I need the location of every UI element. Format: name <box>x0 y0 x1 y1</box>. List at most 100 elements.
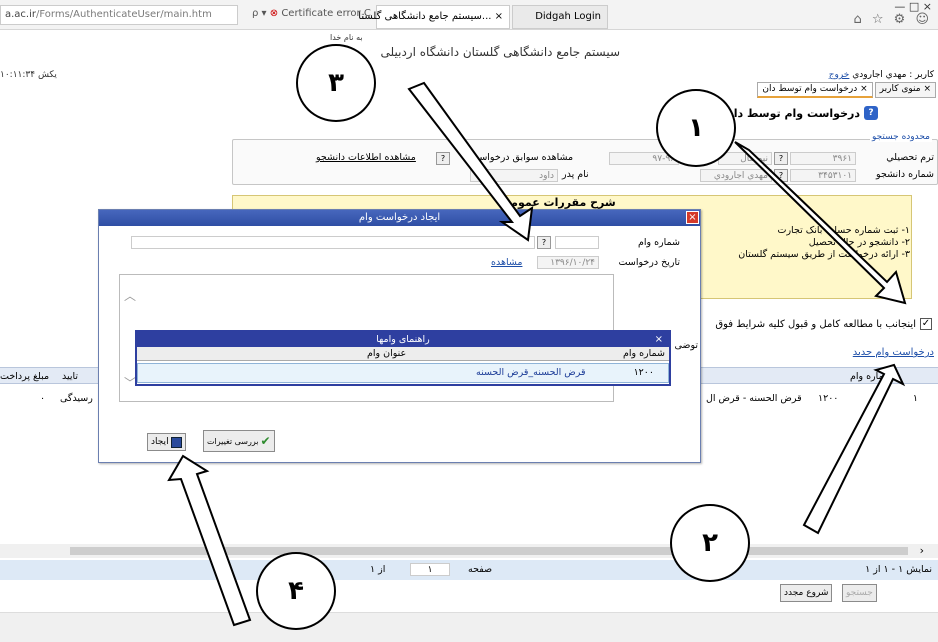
view-link[interactable]: مشاهده <box>491 257 522 268</box>
check-icon: ✔ <box>260 434 271 448</box>
column-amount[interactable]: مبلغ پرداخت <box>0 371 49 382</box>
logout-link[interactable]: خروج <box>829 70 850 80</box>
page-total: از ۱ <box>370 564 386 575</box>
student-no-field[interactable]: ۳۴۵۳۱۰۱ <box>790 169 856 182</box>
address-controls[interactable]: ρ ▾ ⊗ Certificate error C <box>252 8 371 19</box>
loan-no-field[interactable] <box>555 236 599 249</box>
history-label: مشاهده سوابق درخواست <box>470 152 574 163</box>
father-field: داود <box>470 169 558 182</box>
hint-row[interactable]: ۱۲۰۰ قرض الحسنه_قرض الحسنه <box>137 363 669 383</box>
bismillah: به نام خدا <box>330 33 363 42</box>
horizontal-scrollbar[interactable]: › <box>0 544 938 558</box>
new-loan-link[interactable]: درخواست وام جدید <box>853 347 934 358</box>
rules-list: ۱- ثبت شماره حساب بانک تجارت ۲- دانشجو د… <box>690 225 910 261</box>
address-path: /Forms/AuthenticateUser/main.htm <box>36 9 212 20</box>
tab-close-icon[interactable]: × <box>495 11 503 22</box>
description-label: توضی <box>674 340 698 351</box>
hint-col-title: عنوان وام <box>367 348 407 359</box>
hint-header: شماره وام عنوان وام <box>137 347 669 361</box>
tab-user-menu[interactable]: × منوی کاربر <box>874 82 936 98</box>
dialog-title: ایجاد درخواست وام <box>99 210 700 226</box>
row-index: ۱ <box>912 393 918 404</box>
request-date-field: ۱۳۹۶/۱۰/۲۴ <box>537 256 599 269</box>
loan-hint-popup: راهنمای وامها × شماره وام عنوان وام ۱۲۰۰… <box>135 330 671 386</box>
term-lookup-button[interactable]: ? <box>774 152 788 165</box>
address-bar[interactable]: a.ac.ir/Forms/AuthenticateUser/main.htm <box>0 5 238 25</box>
annotation-circle-1: ۱ <box>656 89 736 167</box>
tab-close-icon[interactable]: × <box>860 84 868 94</box>
tab-label: ...سیستم جامع دانشگاهی گلستا <box>358 11 492 22</box>
certificate-error-icon[interactable]: ⊗ <box>270 8 278 19</box>
rule-line: ۱- ثبت شماره حساب بانک تجارت <box>777 225 910 236</box>
review-changes-button[interactable]: ✔ بررسی تغییرات <box>203 430 275 452</box>
student-lookup-button[interactable]: ? <box>774 169 788 182</box>
loan-no-label: شماره وام <box>637 237 680 248</box>
browser-toolbar: a.ac.ir/Forms/AuthenticateUser/main.htm … <box>0 0 938 30</box>
rules-title: شرح مقررات عمومی <box>500 196 616 209</box>
term-name-field: نیمسال <box>718 152 772 165</box>
request-date-label: تاریخ درخواست <box>618 257 680 268</box>
tab-label: درخواست وام توسط دان <box>762 84 858 94</box>
user-line: کاربر : مهدي اجارودي خروج <box>829 70 934 80</box>
rule-line: ۳- ارائه درخواست از طریق سیستم گلستان <box>738 249 910 260</box>
search-legend: محدوده جستجو <box>869 132 932 142</box>
tab-label: منوی کاربر <box>879 84 921 94</box>
history-button[interactable]: ? <box>436 152 450 165</box>
student-no-label: شماره دانشجو <box>876 169 934 180</box>
scrollbar-thumb[interactable] <box>70 547 908 555</box>
agree-row: ✓ اینجانب با مطالعه کامل و قبول کلیه شرا… <box>715 318 932 330</box>
row-amount: ۰ <box>40 393 46 404</box>
search-dropdown-icon[interactable]: ρ ▾ <box>252 8 267 19</box>
loan-title-field <box>131 236 535 249</box>
pager: نمایش ۱ - ۱ از ۱ صفحه ۱ از ۱ <box>0 560 938 580</box>
search-button[interactable]: جستجو <box>842 584 877 602</box>
father-label: نام پدر <box>562 169 589 180</box>
clock: ۱۰:۱۱:۳۴ یکش <box>0 70 57 80</box>
page-label: صفحه <box>468 564 493 575</box>
column-loan-no[interactable]: شماره وام <box>850 371 892 382</box>
loan-lookup-button[interactable]: ? <box>537 236 551 249</box>
create-label: ایجاد <box>151 437 169 447</box>
hint-close-button[interactable]: × <box>655 332 663 347</box>
search-label: جستجو <box>846 588 873 598</box>
annotation-circle-4: ۴ <box>256 552 336 630</box>
hint-row-no: ۱۲۰۰ <box>633 367 654 378</box>
restart-label: شروع مجدد <box>784 588 829 598</box>
agree-checkbox[interactable]: ✓ <box>920 318 932 330</box>
column-approve[interactable]: تایید <box>62 371 78 382</box>
address-host: a.ac.ir <box>5 9 37 20</box>
tab-close-icon[interactable]: × <box>923 84 931 94</box>
hint-col-no: شماره وام <box>622 348 665 359</box>
tab-label: Didgah Login <box>535 11 601 22</box>
help-icon[interactable]: ? <box>864 106 878 120</box>
hint-row-title: قرض الحسنه_قرض الحسنه <box>476 367 586 378</box>
student-info-link[interactable]: مشاهده اطلاعات دانشجو <box>316 152 416 163</box>
page-input[interactable]: ۱ <box>410 563 450 576</box>
create-button[interactable]: ایجاد <box>147 433 186 451</box>
page-tabs: × منوی کاربر × درخواست وام توسط دان <box>757 82 936 98</box>
review-label: بررسی تغییرات <box>207 436 259 446</box>
user-label: کاربر : مهدي اجارودي <box>852 70 934 80</box>
browser-tab-golestan[interactable]: × ...سیستم جامع دانشگاهی گلستا <box>358 5 510 29</box>
annotation-circle-3: ۳ <box>296 44 376 122</box>
certificate-error-label[interactable]: Certificate error <box>281 8 360 19</box>
tab-loan-request[interactable]: × درخواست وام توسط دان <box>757 82 873 98</box>
dialog-close-button[interactable]: × <box>686 211 699 224</box>
term-field[interactable]: ۳۹۶۱ <box>790 152 856 165</box>
save-icon <box>170 436 182 448</box>
row-status: رسیدگی <box>60 393 93 404</box>
status-bar <box>0 612 938 642</box>
showing-count: نمایش ۱ - ۱ از ۱ <box>865 564 932 575</box>
browser-icons[interactable]: ⌂ ☆ ⚙ ☺ <box>853 12 932 27</box>
scroll-right-icon[interactable]: › <box>920 544 924 557</box>
agree-text: اینجانب با مطالعه کامل و قبول کلیه شرایط… <box>715 318 916 330</box>
term-label: ترم تحصیلي <box>886 152 934 163</box>
row-loan-no: ۱۲۰۰ <box>818 393 839 404</box>
restart-button[interactable]: شروع مجدد <box>780 584 833 602</box>
row-title: قرض الحسنه - قرض ال <box>706 393 802 404</box>
browser-tab-didgah[interactable]: Didgah Login <box>512 5 608 29</box>
hint-title: راهنمای وامها <box>137 332 669 347</box>
rule-line: ۲- دانشجو در حال تحصیل <box>808 237 910 248</box>
bottom-toolbar: شروع مجدد جستجو <box>0 582 938 608</box>
student-name-field: مهدي اجارودي <box>700 169 772 182</box>
